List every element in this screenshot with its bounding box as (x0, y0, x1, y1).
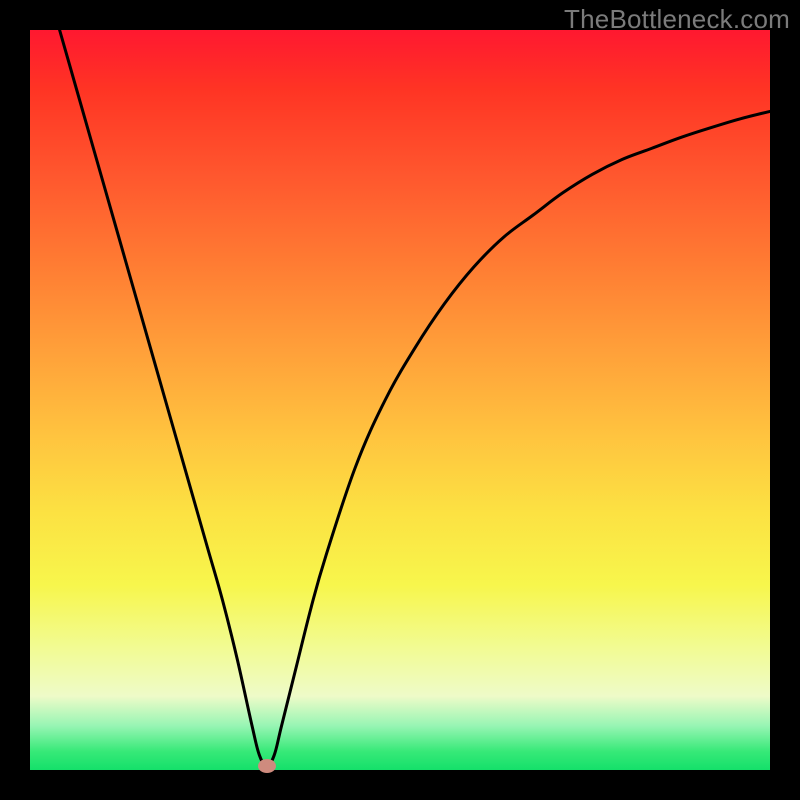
chart-frame (30, 30, 770, 770)
bottleneck-curve (30, 30, 770, 770)
minimum-marker (258, 759, 276, 773)
